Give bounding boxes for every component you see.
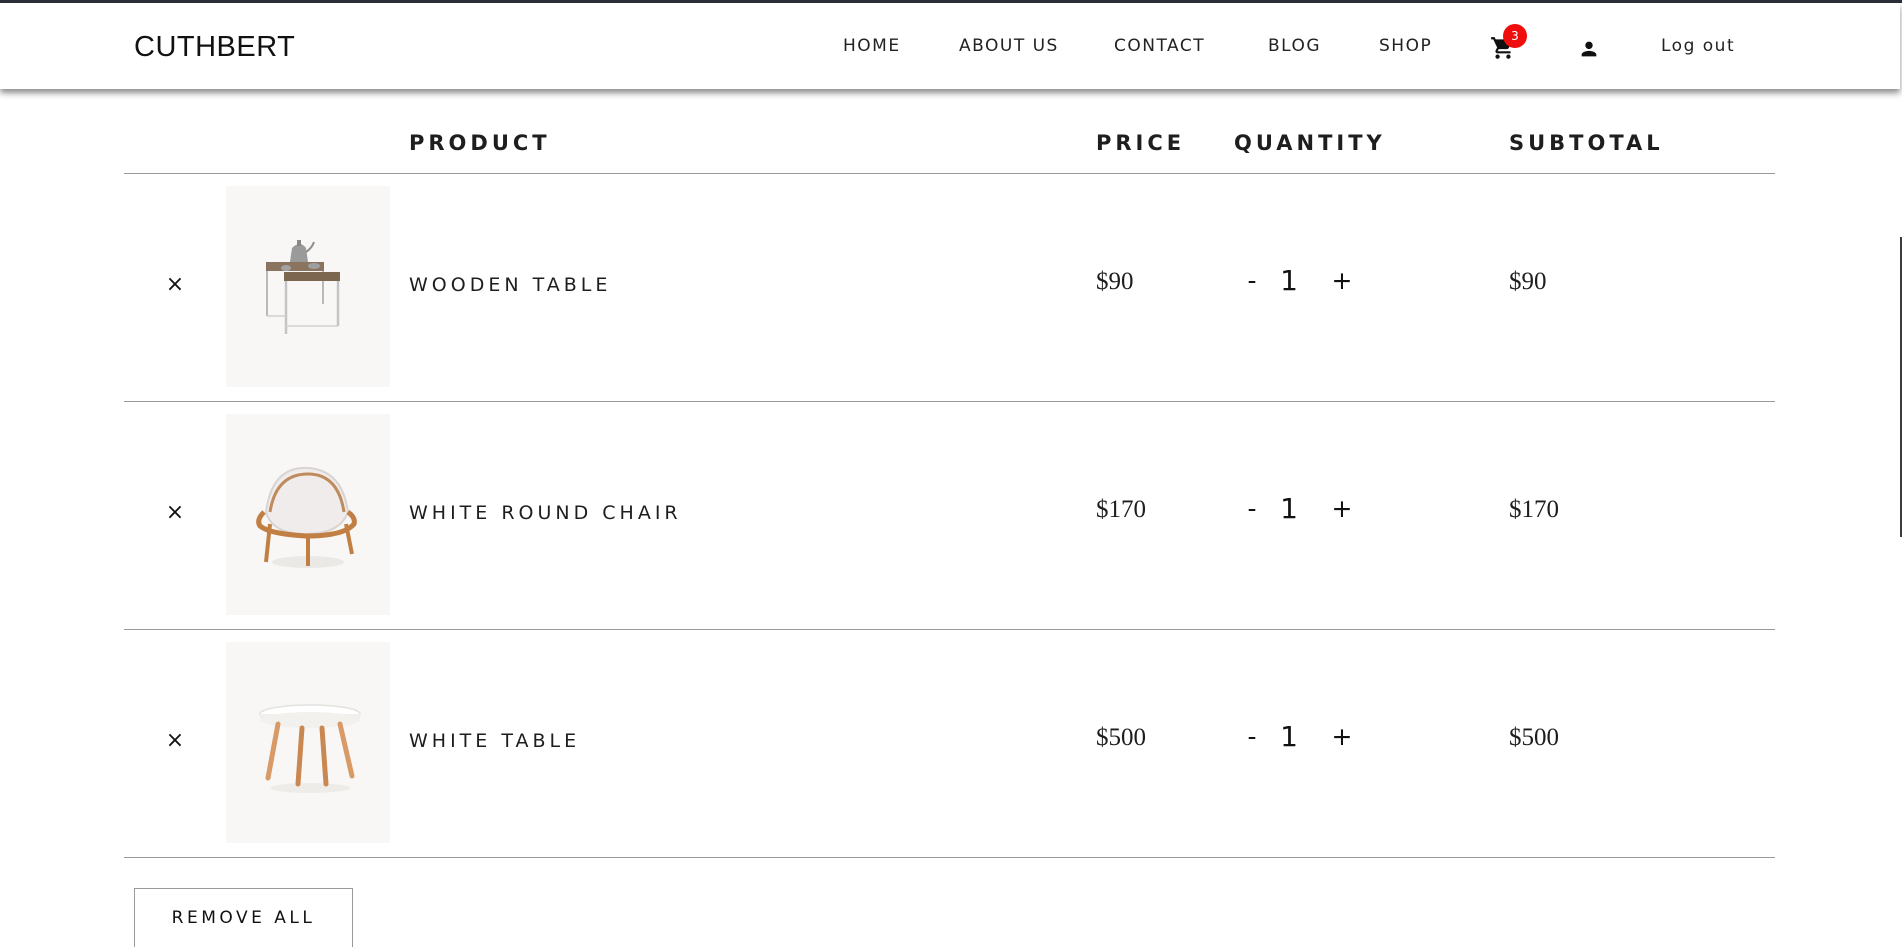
header-product: PRODUCT: [409, 131, 551, 155]
remove-item-button[interactable]: ×: [162, 500, 188, 526]
quantity-increase-button[interactable]: +: [1331, 722, 1353, 751]
cart-table-header: PRODUCT PRICE QUANTITY SUBTOTAL: [124, 122, 1775, 174]
quantity-value[interactable]: 1: [1274, 492, 1304, 525]
remove-all-button[interactable]: REMOVE ALL: [134, 888, 353, 947]
quantity-value[interactable]: 1: [1274, 264, 1304, 297]
header-subtotal: SUBTOTAL: [1509, 131, 1664, 155]
product-subtotal: $170: [1509, 496, 1559, 523]
product-price: $170: [1096, 496, 1146, 523]
brand-logo[interactable]: CUTHBERT: [134, 31, 295, 64]
remove-item-button[interactable]: ×: [162, 272, 188, 298]
product-name[interactable]: WHITE ROUND CHAIR: [409, 502, 682, 524]
cart-row: × WOODEN TABLE $90 - 1 + $90: [124, 174, 1775, 402]
quantity-increase-button[interactable]: +: [1331, 266, 1353, 295]
nav-shop-link[interactable]: SHOP: [1379, 36, 1432, 56]
quantity-value[interactable]: 1: [1274, 720, 1304, 753]
nav-blog-link[interactable]: BLOG: [1268, 36, 1321, 56]
user-icon[interactable]: [1578, 38, 1600, 60]
nav-about-link[interactable]: ABOUT US: [959, 36, 1059, 56]
cart-row: × WHITE TABLE $500 - 1 + $500: [124, 630, 1775, 858]
quantity-decrease-button[interactable]: -: [1241, 266, 1263, 295]
product-price: $90: [1096, 268, 1134, 295]
product-price: $500: [1096, 724, 1146, 751]
logout-link[interactable]: Log out: [1661, 36, 1735, 56]
quantity-decrease-button[interactable]: -: [1241, 722, 1263, 751]
quantity-decrease-button[interactable]: -: [1241, 494, 1263, 523]
cart-count-badge: 3: [1503, 24, 1527, 48]
product-image-white-table[interactable]: [226, 642, 390, 843]
navbar: CUTHBERT HOME ABOUT US CONTACT BLOG SHOP…: [0, 3, 1900, 89]
cart-row: × WHITE ROUND CHAIR $170 - 1 + $170: [124, 402, 1775, 630]
product-name[interactable]: WOODEN TABLE: [409, 274, 611, 296]
header-price: PRICE: [1096, 131, 1186, 155]
product-image-white-round-chair[interactable]: [226, 414, 390, 615]
product-image-wooden-table[interactable]: [226, 186, 390, 387]
remove-item-button[interactable]: ×: [162, 728, 188, 754]
nav-home-link[interactable]: HOME: [843, 36, 901, 56]
product-subtotal: $500: [1509, 724, 1559, 751]
nav-contact-link[interactable]: CONTACT: [1114, 36, 1205, 56]
header-quantity: QUANTITY: [1234, 131, 1386, 155]
product-subtotal: $90: [1509, 268, 1547, 295]
quantity-increase-button[interactable]: +: [1331, 494, 1353, 523]
product-name[interactable]: WHITE TABLE: [409, 730, 580, 752]
